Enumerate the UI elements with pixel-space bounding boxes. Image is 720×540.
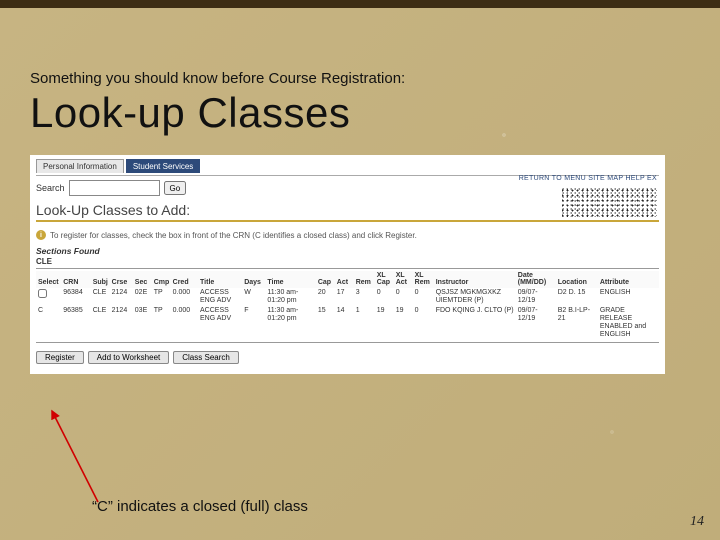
top-border <box>0 0 720 8</box>
cell-cmp: TP <box>152 288 171 306</box>
cell-date: 09/07- 12/19 <box>516 306 556 340</box>
cell-cap: 20 <box>316 288 335 306</box>
cell-location: D2 D. 15 <box>556 288 598 306</box>
cell-crn: 96385 <box>61 306 90 340</box>
tab-bar: Personal Information Student Services <box>36 159 659 173</box>
sections-table: Select CRN Subj Crse Sec Cmp Cred Title … <box>36 271 659 340</box>
cell-xlact: 0 <box>394 288 413 306</box>
cell-xlact: 19 <box>394 306 413 340</box>
sections-found-heading: Sections Found <box>36 246 659 256</box>
table-row: C 96385 CLE 2124 03E TP 0.000 ACCESS ENG… <box>36 306 659 340</box>
cell-xlrem: 0 <box>413 306 434 340</box>
cell-cred: 0.000 <box>171 288 198 306</box>
cell-attribute: ENGLISH <box>598 288 659 306</box>
action-button-row: Register Add to Worksheet Class Search <box>36 351 659 364</box>
cell-crse: 2124 <box>110 288 133 306</box>
th-instructor: Instructor <box>434 271 516 288</box>
cell-instructor: FDO KQING J. CLTO (P) <box>434 306 516 340</box>
info-icon: i <box>36 230 46 240</box>
th-cmp: Cmp <box>152 271 171 288</box>
cell-act: 17 <box>335 288 354 306</box>
cell-cred: 0.000 <box>171 306 198 340</box>
select-checkbox[interactable] <box>38 289 47 298</box>
heading-underline <box>36 220 659 222</box>
search-label: Search <box>36 183 65 193</box>
cell-xlrem: 0 <box>413 288 434 306</box>
divider <box>36 342 659 343</box>
th-date: Date (MM/DD) <box>516 271 556 288</box>
institution-logo <box>562 187 657 217</box>
th-crse: Crse <box>110 271 133 288</box>
class-search-button[interactable]: Class Search <box>173 351 239 364</box>
th-xlrem: XL Rem <box>413 271 434 288</box>
table-header-row: Select CRN Subj Crse Sec Cmp Cred Title … <box>36 271 659 288</box>
cell-title: ACCESS ENG ADV <box>198 306 242 340</box>
cell-days: W <box>242 288 265 306</box>
cell-crse: 2124 <box>110 306 133 340</box>
th-subj: Subj <box>91 271 110 288</box>
th-attribute: Attribute <box>598 271 659 288</box>
tab-student-services[interactable]: Student Services <box>126 159 200 173</box>
info-note-row: i To register for classes, check the box… <box>36 230 659 240</box>
cell-location: B2 B.I-LP-21 <box>556 306 598 340</box>
subject-code: CLE <box>36 257 659 266</box>
th-cap: Cap <box>316 271 335 288</box>
cell-cap: 15 <box>316 306 335 340</box>
cell-subj: CLE <box>91 306 110 340</box>
cell-time: 11:30 am- 01:20 pm <box>265 306 316 340</box>
th-time: Time <box>265 271 316 288</box>
divider <box>36 268 659 269</box>
slide-title: Look-up Classes <box>30 89 690 137</box>
th-act: Act <box>335 271 354 288</box>
search-input[interactable] <box>69 180 160 196</box>
page-number: 14 <box>690 514 704 530</box>
cell-attribute: GRADE RELEASE ENABLED and ENGLISH <box>598 306 659 340</box>
cell-crn: 96384 <box>61 288 90 306</box>
tab-personal-info[interactable]: Personal Information <box>36 159 124 173</box>
go-button[interactable]: Go <box>164 181 187 195</box>
th-rem: Rem <box>354 271 375 288</box>
cell-rem: 1 <box>354 306 375 340</box>
th-xlcap: XL Cap <box>375 271 394 288</box>
cell-subj: CLE <box>91 288 110 306</box>
th-location: Location <box>556 271 598 288</box>
th-cred: Cred <box>171 271 198 288</box>
th-select: Select <box>36 271 61 288</box>
th-crn: CRN <box>61 271 90 288</box>
slide-subtitle: Something you should know before Course … <box>30 70 690 87</box>
cell-sec: 03E <box>133 306 152 340</box>
cell-instructor: QSJSZ MGKMGXKZ UIEMTDER (P) <box>434 288 516 306</box>
slide-content: Something you should know before Course … <box>30 70 690 374</box>
th-title: Title <box>198 271 242 288</box>
cell-act: 14 <box>335 306 354 340</box>
cell-time: 11:30 am- 01:20 pm <box>265 288 316 306</box>
cell-cmp: TP <box>152 306 171 340</box>
cell-rem: 3 <box>354 288 375 306</box>
cell-xlcap: 0 <box>375 288 394 306</box>
banner-screenshot: Personal Information Student Services Se… <box>30 155 665 374</box>
cell-sec: 02E <box>133 288 152 306</box>
th-days: Days <box>242 271 265 288</box>
th-xlact: XL Act <box>394 271 413 288</box>
cell-xlcap: 19 <box>375 306 394 340</box>
closed-indicator: C <box>36 306 61 340</box>
register-button[interactable]: Register <box>36 351 84 364</box>
info-note-text: To register for classes, check the box i… <box>50 231 417 240</box>
th-sec: Sec <box>133 271 152 288</box>
top-links[interactable]: RETURN TO MENU SITE MAP HELP EX <box>519 175 657 182</box>
table-row: 96384 CLE 2124 02E TP 0.000 ACCESS ENG A… <box>36 288 659 306</box>
annotation-text: “C” indicates a closed (full) class <box>92 498 308 515</box>
cell-days: F <box>242 306 265 340</box>
cell-date: 09/07- 12/19 <box>516 288 556 306</box>
cell-title: ACCESS ENG ADV <box>198 288 242 306</box>
add-to-worksheet-button[interactable]: Add to Worksheet <box>88 351 169 364</box>
